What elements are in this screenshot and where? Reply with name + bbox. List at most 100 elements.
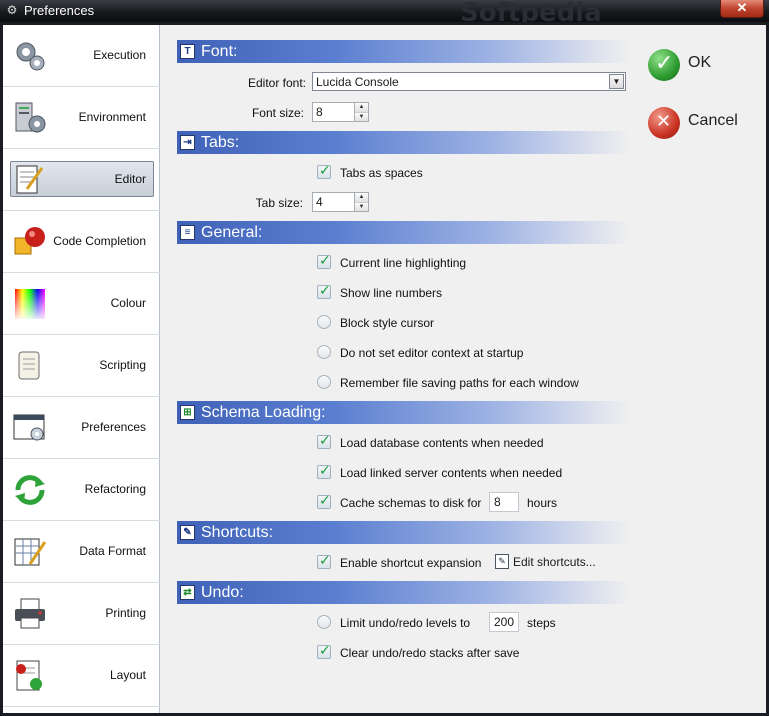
- limit-undo-levels-label: Limit undo/redo levels to: [340, 616, 471, 630]
- notepad-pencil-icon: [16, 165, 44, 194]
- close-button[interactable]: ✕: [720, 0, 764, 18]
- font-size-label: Font size:: [251, 106, 304, 120]
- section-header-general: ≡ General:: [177, 221, 630, 244]
- check-icon: [648, 49, 680, 81]
- undo-arrows-icon: ⇄: [180, 585, 195, 600]
- section-header-tabs: ⇥ Tabs:: [177, 131, 630, 154]
- section-title: Tabs:: [201, 134, 240, 151]
- section-title: Font:: [201, 43, 238, 60]
- section-title: Schema Loading:: [201, 404, 326, 421]
- cancel-label: Cancel: [688, 112, 738, 129]
- block-style-cursor-checkbox[interactable]: [317, 315, 331, 329]
- current-line-highlighting-label: Current line highlighting: [340, 256, 467, 270]
- editor-font-value: Lucida Console: [316, 75, 399, 89]
- tab-size-spinner[interactable]: 4 ▲ ▼: [312, 192, 369, 212]
- cache-hours-input[interactable]: 8: [489, 492, 519, 512]
- show-line-numbers-checkbox[interactable]: [317, 283, 331, 299]
- no-editor-context-label: Do not set editor context at startup: [340, 346, 524, 360]
- section-header-font: T Font:: [177, 40, 630, 63]
- load-database-contents-checkbox[interactable]: [317, 433, 331, 449]
- spin-down-icon[interactable]: ▼: [354, 202, 368, 211]
- no-editor-context-checkbox[interactable]: [317, 345, 331, 359]
- remember-paths-checkbox[interactable]: [317, 375, 331, 389]
- sidebar-item-label: Code Completion: [53, 234, 146, 248]
- sidebar-item-refactoring[interactable]: Refactoring: [3, 459, 160, 521]
- clipboard-icon: ≡: [180, 225, 195, 240]
- cache-hours-unit: hours: [527, 496, 558, 510]
- spin-up-icon[interactable]: ▲: [354, 193, 368, 202]
- scroll-icon: [18, 351, 40, 380]
- remember-paths-label: Remember file saving paths for each wind…: [340, 376, 579, 390]
- sidebar-item-code-completion[interactable]: Code Completion: [3, 211, 160, 273]
- font-size-spinner[interactable]: 8 ▲ ▼: [312, 102, 369, 122]
- sidebar-item-editor[interactable]: Editor: [3, 149, 160, 211]
- title-bar: ⚙ Preferences Softpedia ✕: [0, 0, 769, 28]
- section-title: General:: [201, 224, 263, 241]
- sidebar-item-preferences[interactable]: Preferences: [3, 397, 160, 459]
- preferences-window: ⚙ Preferences Softpedia ✕ Execution Envi…: [0, 0, 769, 716]
- tabs-as-spaces-label: Tabs as spaces: [340, 166, 423, 180]
- clear-undo-stacks-checkbox[interactable]: [317, 643, 331, 659]
- sidebar-item-printing[interactable]: Printing: [3, 583, 160, 645]
- tabs-as-spaces-checkbox[interactable]: [317, 163, 331, 179]
- section-header-schema-loading: ⊞ Schema Loading:: [177, 401, 630, 424]
- sidebar-item-label: Data Format: [79, 544, 146, 558]
- load-linked-server-checkbox[interactable]: [317, 463, 331, 479]
- app-icon: ⚙: [6, 3, 18, 17]
- section-title: Undo:: [201, 584, 244, 601]
- ok-button[interactable]: OK: [648, 49, 768, 89]
- window-settings-icon: [13, 414, 45, 441]
- section-title: Shortcuts:: [201, 524, 274, 541]
- tab-size-label: Tab size:: [255, 196, 303, 210]
- edit-shortcuts-button[interactable]: ✎ Edit shortcuts...: [495, 552, 605, 572]
- server-gear-icon: [15, 102, 46, 133]
- spin-down-icon[interactable]: ▼: [354, 112, 368, 121]
- editor-settings-panel: T Font: Editor font: Lucida Console ▼ Fo…: [160, 25, 766, 713]
- cube-ball-icon: [14, 227, 45, 255]
- current-line-highlighting-checkbox[interactable]: [317, 253, 331, 269]
- sidebar-item-label: Refactoring: [84, 482, 146, 496]
- gears-icon: [16, 42, 45, 71]
- window-title: Preferences: [24, 3, 95, 18]
- editor-font-select[interactable]: Lucida Console ▼: [312, 72, 626, 91]
- show-line-numbers-label: Show line numbers: [340, 286, 443, 300]
- enable-shortcut-expansion-label: Enable shortcut expansion: [340, 556, 482, 570]
- sidebar-item-environment[interactable]: Environment: [3, 87, 160, 149]
- sql-icon: ⊞: [180, 405, 195, 420]
- sidebar-item-label: Printing: [105, 606, 146, 620]
- tab-size-value: 4: [316, 195, 323, 209]
- section-header-shortcuts: ✎ Shortcuts:: [177, 521, 630, 544]
- undo-steps-input[interactable]: 200: [489, 612, 519, 632]
- close-icon: [648, 107, 680, 139]
- load-database-contents-label: Load database contents when needed: [340, 436, 544, 450]
- sidebar-item-scripting[interactable]: Scripting: [3, 335, 160, 397]
- enable-shortcut-expansion-checkbox[interactable]: [317, 553, 331, 569]
- load-linked-server-label: Load linked server contents when needed: [340, 466, 563, 480]
- chevron-down-icon[interactable]: ▼: [609, 74, 624, 89]
- sidebar-item-label: Editor: [114, 172, 146, 186]
- cache-schemas-checkbox[interactable]: [317, 493, 331, 509]
- clear-undo-stacks-label: Clear undo/redo stacks after save: [340, 646, 520, 660]
- sidebar-item-label: Scripting: [99, 358, 146, 372]
- font-icon: T: [180, 44, 195, 59]
- layout-doc-icon: [16, 660, 42, 691]
- font-size-value: 8: [316, 105, 323, 119]
- refresh-arrows-icon: [15, 475, 45, 505]
- sidebar-item-execution[interactable]: Execution: [3, 25, 160, 87]
- sidebar-item-label: Layout: [109, 668, 146, 682]
- sidebar-item-colour[interactable]: Colour: [3, 273, 160, 335]
- sidebar-item-layout[interactable]: Layout: [3, 645, 160, 707]
- sidebar-item-data-format[interactable]: Data Format: [3, 521, 160, 583]
- spin-up-icon[interactable]: ▲: [354, 103, 368, 112]
- tabs-icon: ⇥: [180, 135, 195, 150]
- cache-schemas-label: Cache schemas to disk for: [340, 496, 482, 510]
- sidebar-item-label: Environment: [78, 110, 146, 124]
- limit-undo-levels-checkbox[interactable]: [317, 615, 331, 629]
- sidebar-item-label: Colour: [110, 296, 146, 310]
- undo-steps-unit: steps: [527, 616, 556, 630]
- grid-pencil-icon: [14, 538, 47, 566]
- ok-label: OK: [688, 54, 712, 71]
- sidebar-item-label: Preferences: [81, 420, 146, 434]
- cancel-button[interactable]: Cancel: [648, 107, 768, 147]
- editor-font-label: Editor font:: [247, 76, 306, 90]
